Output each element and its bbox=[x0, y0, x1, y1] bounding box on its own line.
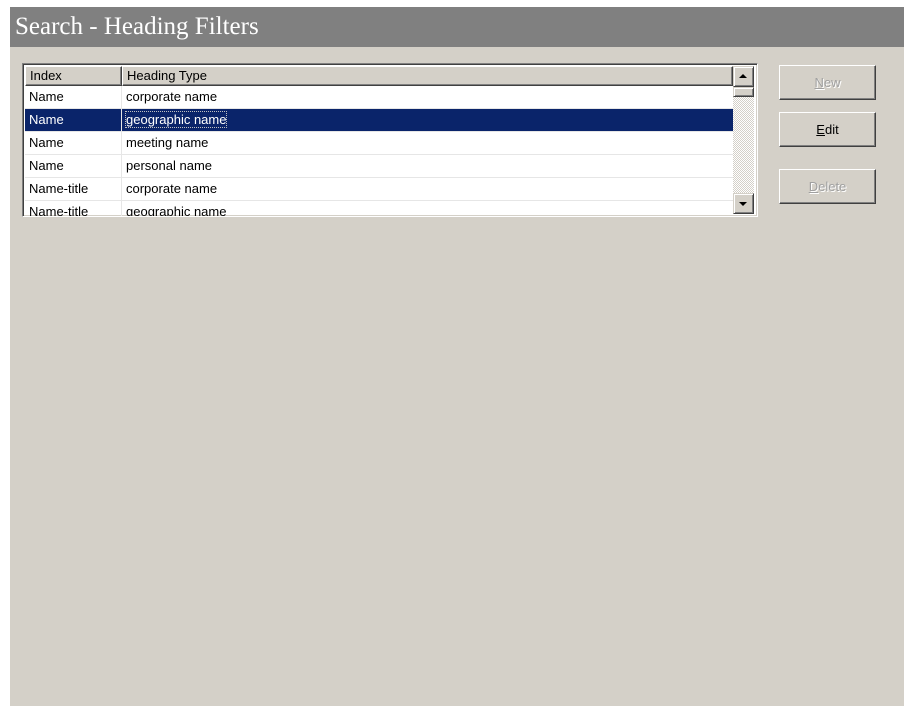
cell-index: Name-title bbox=[25, 178, 122, 200]
arrow-down-icon bbox=[739, 202, 747, 206]
cell-index: Name bbox=[25, 155, 122, 177]
cell-index: Name-title bbox=[25, 201, 122, 216]
table-row[interactable]: Name geographic name bbox=[25, 109, 733, 132]
delete-button-label: elete bbox=[818, 179, 847, 194]
list-header: Index Heading Type bbox=[25, 66, 733, 86]
cell-heading-type-text: corporate name bbox=[126, 89, 218, 104]
dialog-panel: Search - Heading Filters Index Heading T… bbox=[10, 7, 904, 706]
cell-index: Name bbox=[25, 86, 122, 108]
cell-heading-type: corporate name bbox=[122, 178, 733, 200]
new-button[interactable]: New bbox=[779, 65, 876, 100]
cell-heading-type: geographic name bbox=[122, 201, 733, 216]
cell-heading-type-text: personal name bbox=[126, 158, 212, 173]
cell-heading-type: corporate name bbox=[122, 86, 733, 108]
table-row[interactable]: Name-title geographic name bbox=[25, 201, 733, 216]
cell-heading-type-text: geographic name bbox=[126, 204, 227, 216]
cell-heading-type: personal name bbox=[122, 155, 733, 177]
page-title: Search - Heading Filters bbox=[10, 7, 904, 47]
table-row[interactable]: Name meeting name bbox=[25, 132, 733, 155]
table-row[interactable]: Name corporate name bbox=[25, 86, 733, 109]
list-viewport: Index Heading Type Name corporate name N… bbox=[25, 66, 733, 216]
cell-index: Name bbox=[25, 109, 122, 131]
cell-heading-type-text: corporate name bbox=[126, 181, 218, 196]
delete-button-mnemonic: D bbox=[808, 179, 819, 194]
column-header-index[interactable]: Index bbox=[25, 66, 122, 86]
heading-filters-list[interactable]: Index Heading Type Name corporate name N… bbox=[22, 63, 758, 217]
scroll-thumb[interactable] bbox=[733, 87, 754, 97]
cell-index: Name bbox=[25, 132, 122, 154]
delete-button[interactable]: Delete bbox=[779, 169, 876, 204]
arrow-up-icon bbox=[739, 74, 747, 78]
edit-button-label: dit bbox=[824, 122, 839, 137]
cell-heading-type: meeting name bbox=[122, 132, 733, 154]
table-row[interactable]: Name-title corporate name bbox=[25, 178, 733, 201]
cell-heading-type-text: geographic name bbox=[124, 111, 228, 128]
edit-button[interactable]: Edit bbox=[779, 112, 876, 147]
cell-heading-type: geographic name bbox=[122, 109, 733, 131]
scroll-up-button[interactable] bbox=[733, 66, 754, 87]
new-button-label: ew bbox=[823, 75, 841, 90]
cell-heading-type-text: meeting name bbox=[126, 135, 209, 150]
table-row[interactable]: Name personal name bbox=[25, 155, 733, 178]
column-header-heading-type[interactable]: Heading Type bbox=[122, 66, 733, 86]
list-rows: Name corporate name Name geographic name… bbox=[25, 86, 733, 216]
new-button-mnemonic: N bbox=[814, 75, 824, 90]
edit-button-mnemonic: E bbox=[816, 122, 825, 137]
list-vertical-scrollbar[interactable] bbox=[733, 66, 754, 214]
scroll-down-button[interactable] bbox=[733, 193, 754, 214]
